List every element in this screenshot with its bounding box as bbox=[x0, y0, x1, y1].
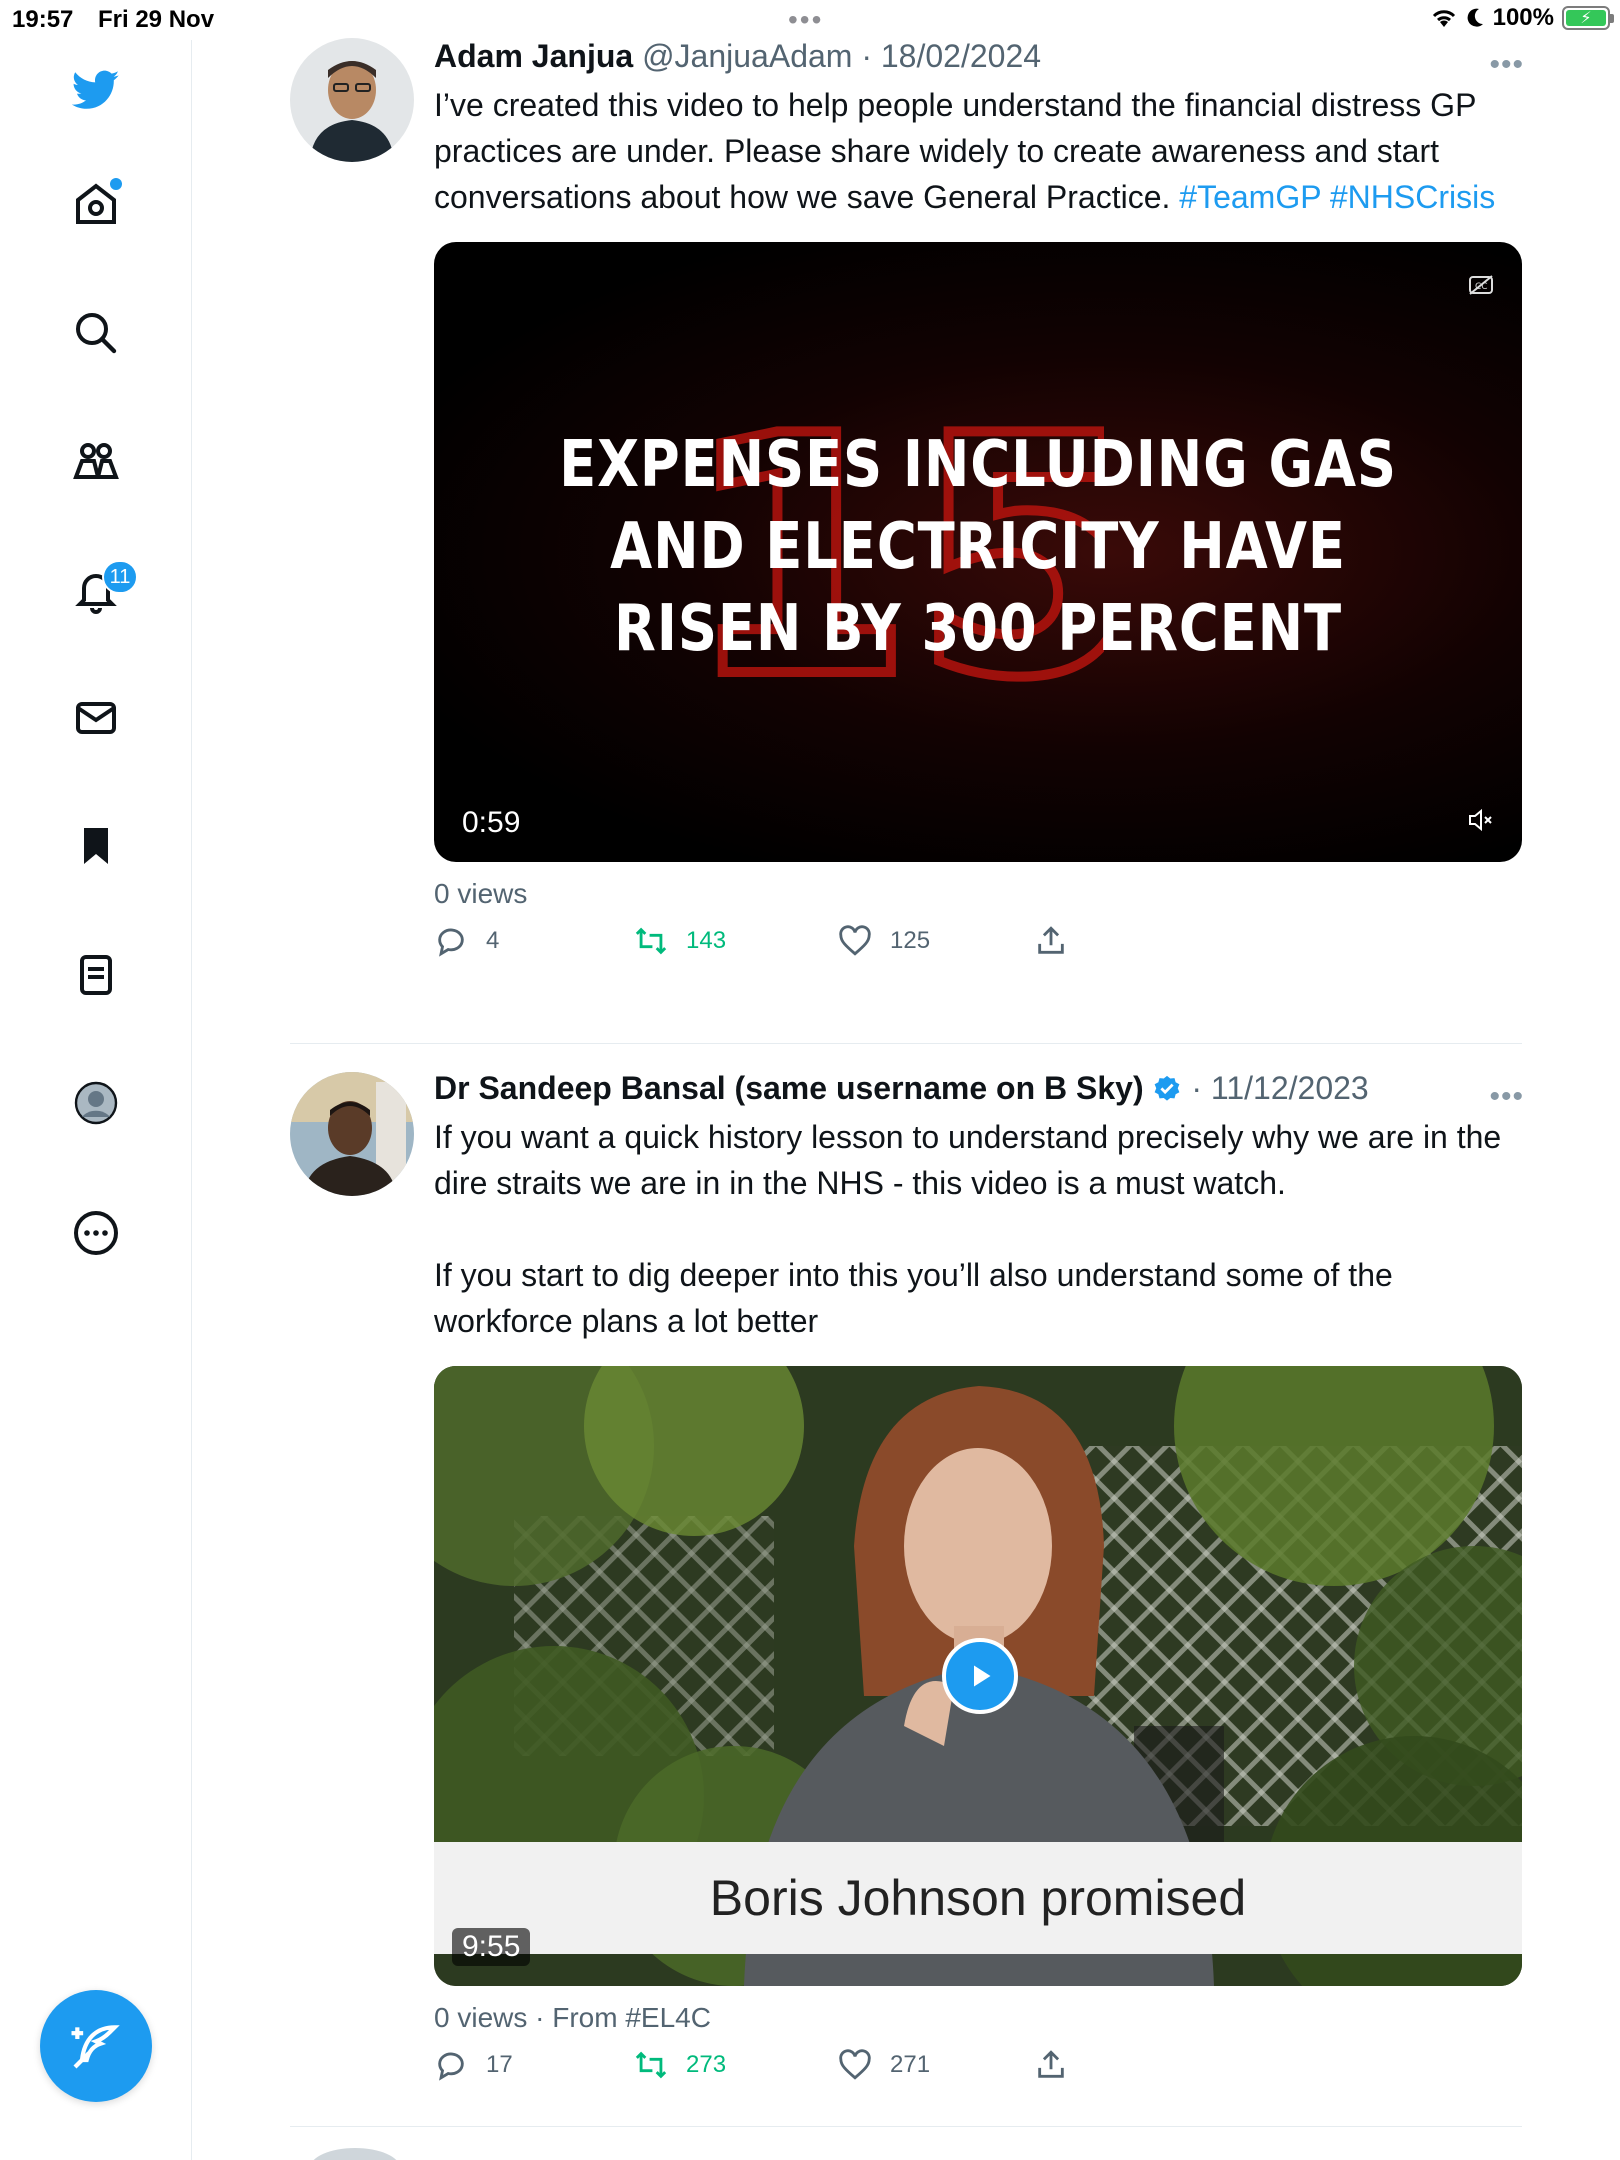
moon-icon bbox=[1467, 8, 1483, 27]
tweet-date[interactable]: 18/02/2024 bbox=[881, 38, 1041, 74]
author-name[interactable]: Adam Janjua bbox=[434, 38, 633, 74]
reply-icon bbox=[438, 928, 464, 957]
tweet-divider bbox=[290, 2126, 1522, 2127]
retweet-count: 143 bbox=[686, 927, 727, 954]
retweet-icon bbox=[635, 2051, 667, 2079]
notifications-badge: 11 bbox=[102, 560, 138, 594]
status-date: Fri 29 Nov bbox=[98, 6, 215, 33]
battery-icon: ⚡ bbox=[1562, 6, 1614, 30]
status-time: 19:57 bbox=[12, 6, 74, 33]
video-text-line: EXPENSES INCLUDING GAS bbox=[559, 428, 1397, 502]
more-menu-icon[interactable]: ••• bbox=[1489, 1080, 1524, 1114]
reply-icon bbox=[438, 2052, 464, 2081]
search-icon[interactable] bbox=[68, 305, 124, 361]
sidebar: 11 bbox=[0, 40, 192, 2160]
twitter-logo-icon[interactable] bbox=[68, 62, 124, 118]
battery-percent: 100% bbox=[1492, 4, 1554, 31]
share-button[interactable] bbox=[1034, 924, 1068, 958]
share-icon bbox=[1038, 2050, 1064, 2078]
status-bar: 19:57 Fri 29 Nov ••• 100% ⚡ bbox=[0, 0, 1620, 40]
avatar[interactable] bbox=[290, 38, 414, 162]
video-overlay-text: EXPENSES INCLUDING GAS AND ELECTRICITY H… bbox=[516, 424, 1441, 670]
wifi-icon bbox=[1432, 10, 1455, 27]
tweet[interactable]: Adam Janjua @JanjuaAdam · 18/02/2024 •••… bbox=[290, 36, 1524, 1026]
video-caption: Boris Johnson promised bbox=[709, 1870, 1247, 1926]
profile-icon[interactable] bbox=[68, 1075, 124, 1131]
video-player[interactable]: 15 EXPENSES INCLUDING GAS AND ELECTRICIT… bbox=[434, 242, 1522, 862]
video-caption-bar: Boris Johnson promised bbox=[434, 1842, 1522, 1954]
view-count: 0 views · From #EL4C bbox=[434, 2002, 711, 2033]
author-name[interactable]: Dr Sandeep Bansal (same username on B Sk… bbox=[434, 1070, 1144, 1106]
video-text-line: AND ELECTRICITY HAVE bbox=[610, 510, 1346, 584]
like-count: 271 bbox=[890, 2051, 931, 2078]
status-right: 100% ⚡ bbox=[1431, 4, 1614, 32]
tweet-text-paragraph-1: If you want a quick history lesson to un… bbox=[434, 1119, 1502, 1201]
retweet-count: 273 bbox=[686, 2051, 727, 2078]
feather-plus-icon bbox=[71, 2025, 120, 2069]
tweet-actions: 17 273 271 bbox=[434, 2048, 1524, 2098]
share-icon bbox=[1038, 926, 1064, 954]
multitasking-dots[interactable]: ••• bbox=[788, 4, 823, 36]
view-count: 0 views bbox=[434, 878, 528, 909]
notifications-icon[interactable]: 11 bbox=[68, 560, 138, 618]
more-menu-icon[interactable]: ••• bbox=[1489, 48, 1524, 82]
heart-icon bbox=[839, 925, 871, 956]
home-icon[interactable] bbox=[68, 176, 124, 232]
retweet-button[interactable]: 273 bbox=[634, 2048, 726, 2082]
video-text-line: RISEN BY 300 PERCENT bbox=[614, 592, 1342, 666]
reply-count: 4 bbox=[486, 927, 500, 954]
home-unread-dot bbox=[110, 178, 122, 190]
tweet-header: Adam Janjua @JanjuaAdam · 18/02/2024 bbox=[434, 36, 1524, 76]
captions-icon[interactable]: CC bbox=[1468, 274, 1494, 296]
hashtag-link[interactable]: #TeamGP bbox=[1179, 179, 1321, 215]
tweet-text-paragraph-2: If you start to dig deeper into this you… bbox=[434, 1257, 1393, 1339]
video-duration: 9:55 bbox=[452, 1928, 531, 1966]
reply-button[interactable]: 4 bbox=[434, 924, 499, 958]
reply-button[interactable]: 17 bbox=[434, 2048, 513, 2082]
tweet-actions: 4 143 125 bbox=[434, 924, 1524, 974]
tweet[interactable]: Dr Sandeep Bansal (same username on B Sk… bbox=[290, 1068, 1524, 2113]
tweet-header: Dr Sandeep Bansal (same username on B Sk… bbox=[434, 1068, 1524, 1108]
tweet-text: I’ve created this video to help people u… bbox=[434, 82, 1524, 220]
like-button[interactable]: 125 bbox=[838, 924, 930, 958]
like-button[interactable]: 271 bbox=[838, 2048, 930, 2082]
like-count: 125 bbox=[890, 927, 931, 954]
video-duration: 0:59 bbox=[462, 806, 521, 839]
bookmarks-icon[interactable] bbox=[68, 818, 124, 874]
retweet-button[interactable]: 143 bbox=[634, 924, 726, 958]
heart-icon bbox=[839, 2049, 871, 2080]
play-button[interactable] bbox=[942, 1638, 1018, 1714]
avatar[interactable] bbox=[290, 1072, 414, 1196]
compose-tweet-button[interactable] bbox=[40, 1990, 152, 2102]
author-handle[interactable]: @JanjuaAdam bbox=[642, 38, 852, 74]
next-tweet-partial bbox=[310, 2148, 400, 2160]
hashtag-link[interactable]: #NHSCrisis bbox=[1330, 179, 1495, 215]
reply-count: 17 bbox=[486, 2051, 513, 2078]
share-button[interactable] bbox=[1034, 2048, 1068, 2082]
lists-icon[interactable] bbox=[68, 947, 124, 1003]
play-icon bbox=[974, 1665, 991, 1687]
separator-dot: · bbox=[1182, 1070, 1211, 1106]
mute-icon[interactable] bbox=[1468, 808, 1496, 832]
verified-badge-icon bbox=[1155, 1075, 1180, 1101]
tweet-divider bbox=[290, 1043, 1522, 1044]
separator-dot: · bbox=[852, 38, 881, 74]
communities-icon[interactable] bbox=[68, 433, 124, 489]
tweet-date[interactable]: 11/12/2023 bbox=[1211, 1070, 1369, 1106]
more-options-icon[interactable] bbox=[68, 1205, 124, 1261]
retweet-icon bbox=[635, 927, 667, 955]
messages-icon[interactable] bbox=[68, 690, 124, 746]
video-player[interactable]: Boris Johnson promised 9:55 bbox=[434, 1366, 1522, 1986]
